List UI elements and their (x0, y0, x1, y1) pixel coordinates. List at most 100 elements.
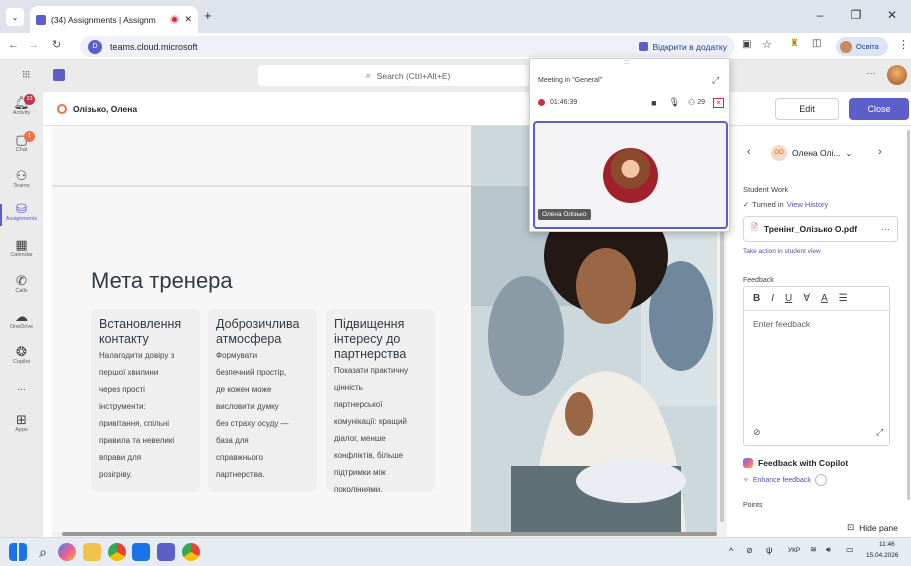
language-indicator[interactable]: УКР (788, 547, 800, 554)
tray-chevron-icon[interactable]: ^ (729, 546, 733, 556)
more-options-button[interactable]: ··· (866, 68, 876, 79)
browser-tab[interactable]: (34) Assignments | Assignm ✕ (30, 6, 198, 33)
card-line: підтримки між (334, 468, 386, 477)
highlight-icon[interactable]: ∀ (803, 293, 810, 304)
card-line: Показати практичну (334, 366, 409, 375)
font-color-icon[interactable]: A (821, 293, 828, 304)
card-line: партнерства. (216, 470, 265, 479)
card-line: правила та невеликі (99, 436, 175, 445)
chat-badge: 1 (24, 131, 35, 142)
back-icon[interactable]: ← (8, 39, 19, 51)
drag-handle[interactable]: ::: (624, 59, 630, 66)
wifi-icon[interactable]: ≋ (810, 545, 817, 554)
bold-icon[interactable]: B (753, 293, 760, 304)
bookmark-star-icon[interactable]: ☆ (762, 38, 772, 51)
goal-card-interest: Підвищення інтересу до партнерства Показ… (326, 309, 435, 494)
assignments-icon: ⛁ (16, 201, 27, 216)
rail-item-copilot[interactable]: ❂ Copilot (0, 345, 43, 366)
edit-button[interactable]: Edit (775, 98, 839, 120)
expand-meeting-icon[interactable]: ⤢ (712, 75, 719, 86)
rail-item-more[interactable]: ... (0, 382, 43, 393)
attach-icon[interactable]: ⊘ (753, 427, 761, 438)
minimize-button[interactable]: – (803, 0, 837, 30)
panel-scrollbar[interactable] (907, 130, 910, 500)
site-info-icon[interactable]: D (88, 39, 102, 54)
new-tab-button[interactable]: + (204, 8, 212, 23)
feedback-editor[interactable]: B I U ∀ A ☰ Enter feedback ⊘ ⤢ (743, 286, 890, 446)
profile-button[interactable]: Освіта (836, 37, 888, 56)
chrome-browser-icon[interactable] (108, 543, 126, 561)
sidebar-icon[interactable]: ◫ (812, 38, 821, 49)
browser-menu-icon[interactable]: ⋮ (898, 38, 909, 51)
rail-item-onedrive[interactable]: ☁ OneDrive (0, 310, 43, 331)
clock-date[interactable]: 15.04.2026 (866, 552, 899, 559)
participants-icon[interactable]: ⚇ (688, 98, 695, 107)
app-launcher-icon[interactable]: ⁝⁝⁝ (22, 68, 30, 81)
close-window-button[interactable]: ✕ (875, 0, 909, 30)
next-student-icon[interactable]: › (878, 146, 882, 158)
reload-icon[interactable]: ↻ (52, 38, 61, 51)
enhance-feedback-toggle[interactable]: ✧ Enhance feedback (743, 474, 827, 486)
camera-icon[interactable]: ■ (651, 98, 656, 108)
view-history-link[interactable]: View History (787, 200, 829, 209)
take-action-link[interactable]: Take action in student view (743, 248, 821, 255)
rail-label: Copilot (12, 359, 31, 365)
network-status-icon[interactable]: ⊘ (746, 546, 753, 555)
card-heading: Доброзичлива атмосфера (216, 317, 300, 346)
student-selector[interactable]: OO Олена Олі... ⌄ (771, 142, 871, 164)
previous-student-icon[interactable]: ‹ (747, 146, 751, 158)
tab-search-icon[interactable]: ⌄ (6, 8, 24, 26)
toggle-switch[interactable] (814, 474, 827, 486)
file-attachment[interactable]: 🗎︎ Тренінг_Олізько О.pdf ··· (743, 216, 898, 242)
list-icon[interactable]: ☰ (839, 293, 848, 304)
taskbar-copilot-icon[interactable] (58, 543, 76, 561)
rail-item-apps[interactable]: ⊞ Apps (0, 413, 43, 434)
search-input[interactable]: ⌕ Search (Ctrl+Alt+E) (258, 65, 558, 86)
scroll-thumb[interactable] (62, 532, 717, 536)
video-tile[interactable]: Олена Олізько (533, 121, 728, 229)
clock-time[interactable]: 11:46 (879, 541, 895, 548)
usb-icon[interactable]: ψ (766, 545, 772, 555)
italic-icon[interactable]: I (771, 293, 774, 304)
participant-name-label: Олена Олізько (538, 209, 591, 220)
url-field[interactable]: D teams.cloud.microsoft Відкрити в додат… (80, 36, 735, 57)
microphone-icon[interactable]: 🎙︎ (669, 97, 680, 108)
file-explorer-icon[interactable] (83, 543, 101, 561)
activity-badge: 33 (24, 94, 35, 105)
rail-item-chat[interactable]: ▢ 1 Chat (0, 131, 43, 153)
expand-icon[interactable]: ⤢ (876, 427, 883, 438)
card-line: інструменти: (99, 402, 146, 411)
taskbar-search-icon[interactable]: ⌕ (34, 543, 52, 561)
browser-taskbar-icon[interactable] (182, 543, 200, 561)
bell-icon: 🔔︎ (13, 95, 30, 110)
forward-icon[interactable]: → (28, 39, 39, 51)
extension-icon[interactable]: ♜ (790, 38, 799, 49)
teams-logo-icon (53, 69, 65, 81)
rail-item-calls[interactable]: ✆ Calls (0, 273, 43, 295)
rail-item-calendar[interactable]: ▦ Calendar (0, 238, 43, 259)
rail-label: OneDrive (9, 324, 34, 330)
sparkle-icon: ✧ (743, 477, 749, 484)
store-icon[interactable] (132, 543, 150, 561)
maximize-button[interactable]: ❐ (839, 0, 873, 30)
rail-item-assignments[interactable]: ⛁ Assignments (0, 201, 43, 226)
phone-icon: ✆ (16, 273, 27, 288)
open-in-app-button[interactable]: Відкрити в додатку (639, 42, 727, 52)
rail-item-activity[interactable]: 🔔︎ 33 Activity (0, 94, 43, 116)
user-avatar[interactable] (887, 65, 907, 85)
rail-item-teams[interactable]: ⚇ Teams (0, 169, 43, 190)
teams-taskbar-icon[interactable] (157, 543, 175, 561)
leave-icon[interactable]: ✕ (713, 97, 724, 108)
underline-icon[interactable]: U (785, 293, 792, 304)
volume-icon[interactable]: 🔊︎ (826, 545, 831, 555)
close-button[interactable]: Close (849, 98, 909, 120)
install-icon[interactable]: ▣ (742, 39, 751, 50)
file-more-icon[interactable]: ··· (882, 224, 891, 234)
hide-pane-button[interactable]: ⊡ Hide pane (847, 522, 898, 533)
feedback-input[interactable]: Enter feedback (744, 311, 889, 337)
meeting-timer: 01:46:39 (550, 99, 578, 106)
tab-close-icon[interactable]: ✕ (184, 14, 192, 25)
windows-start-icon[interactable] (9, 543, 27, 561)
student-work-heading: Student Work (743, 185, 789, 194)
battery-icon[interactable]: ▭ (846, 545, 854, 554)
